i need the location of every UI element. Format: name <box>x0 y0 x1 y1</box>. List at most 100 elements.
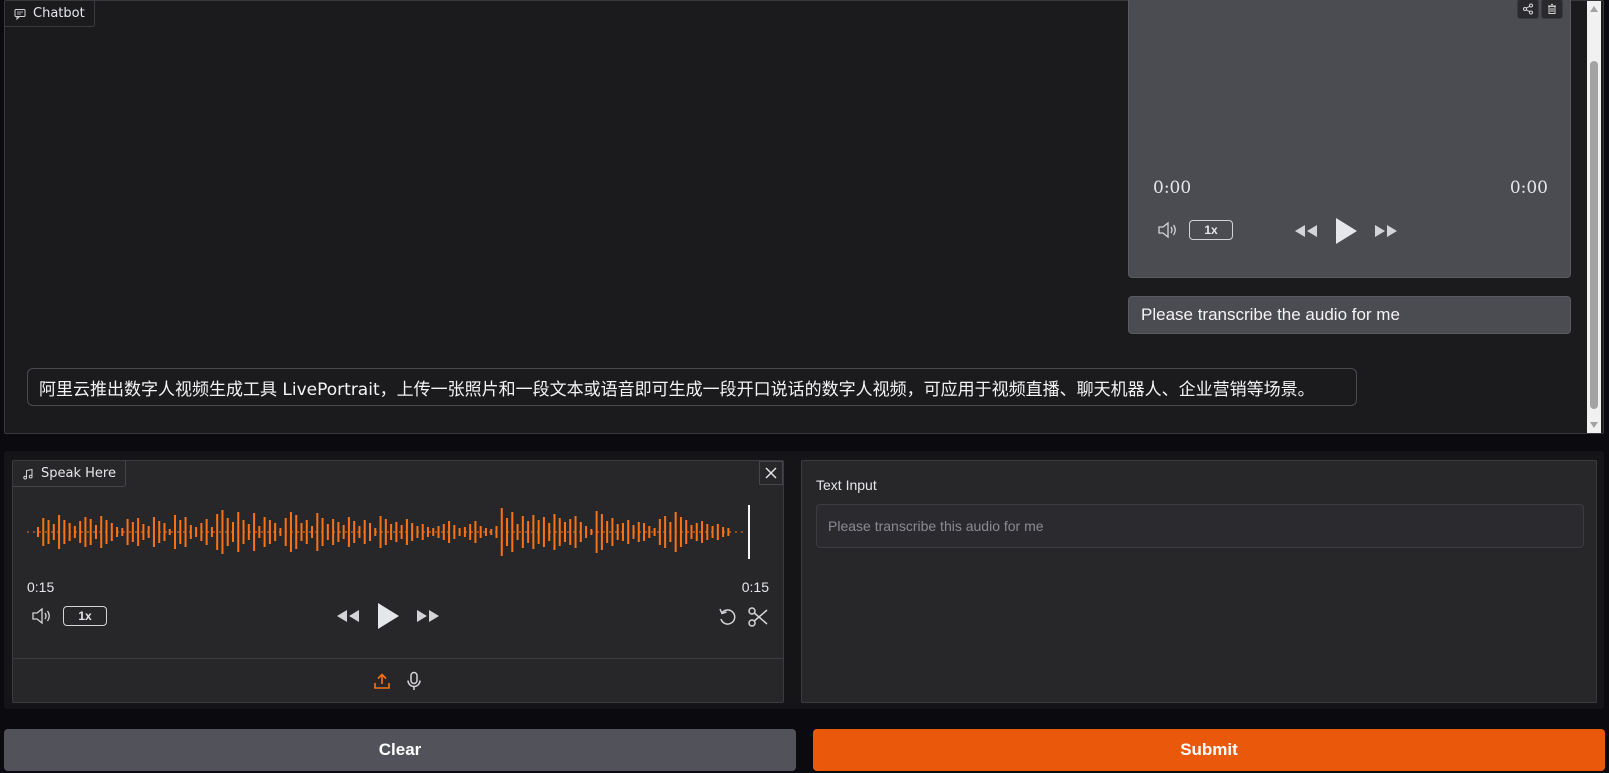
waveform-volume-button[interactable] <box>31 607 53 625</box>
waveform-bar <box>221 510 224 554</box>
waveform-bar <box>258 526 261 538</box>
waveform-bar <box>342 525 345 539</box>
trim-button[interactable] <box>747 606 769 628</box>
waveform-bar <box>58 515 61 549</box>
waveform-bar <box>695 523 698 541</box>
play-icon <box>1336 218 1357 244</box>
undo-icon <box>719 608 736 625</box>
waveform-bar <box>458 528 461 536</box>
waveform-bar <box>311 526 314 538</box>
waveform-play-button[interactable] <box>375 601 401 631</box>
waveform-bar <box>94 525 97 539</box>
waveform-bar <box>679 517 682 547</box>
rewind-icon <box>1295 225 1317 237</box>
waveform-bar <box>263 517 266 547</box>
volume-button[interactable] <box>1157 221 1179 239</box>
reset-button[interactable] <box>717 606 739 628</box>
waveform-bar <box>52 524 55 540</box>
waveform-bar <box>648 526 651 538</box>
waveform-edit-controls <box>717 606 769 628</box>
waveform-bar <box>658 519 661 545</box>
audio-waveform[interactable] <box>27 502 767 562</box>
waveform-bar <box>421 524 424 540</box>
scroll-thumb[interactable] <box>1590 61 1598 409</box>
fast-forward-icon <box>417 610 439 622</box>
user-text-message: Please transcribe the audio for me <box>1128 296 1571 334</box>
audio-playback-controls <box>1293 216 1399 246</box>
waveform-bar <box>448 521 451 543</box>
scroll-down-arrow-icon[interactable] <box>1590 422 1598 428</box>
waveform-bar <box>411 523 414 541</box>
waveform-bar <box>89 519 92 545</box>
waveform-bar <box>674 512 677 552</box>
share-button[interactable] <box>1517 0 1539 19</box>
waveform-bar <box>532 515 535 549</box>
waveform-bar <box>369 523 372 541</box>
playback-speed-button[interactable]: 1x <box>1189 220 1233 240</box>
fast-forward-button[interactable] <box>1373 222 1399 240</box>
waveform-bar <box>548 523 551 541</box>
waveform-bar <box>627 520 630 544</box>
volume-icon <box>32 607 50 625</box>
microphone-icon <box>407 671 421 690</box>
waveform-bar <box>453 525 456 539</box>
chatbot-panel: Chatbot 0:00 0:00 1x Please transcribe t… <box>4 0 1604 434</box>
waveform-bar <box>116 527 119 537</box>
waveform-bar <box>268 520 271 544</box>
waveform-bar <box>542 517 545 547</box>
submit-button[interactable]: Submit <box>813 729 1605 771</box>
audio-left-controls: 1x <box>1157 220 1233 240</box>
waveform-bar <box>469 524 472 540</box>
waveform-bar <box>305 520 308 544</box>
waveform-bar <box>463 527 466 537</box>
record-microphone-button[interactable] <box>405 671 423 691</box>
waveform-bar <box>200 523 203 541</box>
waveform-bar <box>685 520 688 544</box>
waveform-bar <box>37 527 39 537</box>
waveform-bar <box>521 516 524 548</box>
text-input-panel: Text Input <box>801 460 1597 703</box>
play-button[interactable] <box>1333 216 1359 246</box>
waveform-bar <box>216 514 219 550</box>
waveform-bar <box>168 529 171 535</box>
clear-audio-button[interactable] <box>759 461 783 485</box>
waveform-bar <box>664 516 667 548</box>
waveform-speed-button[interactable]: 1x <box>63 606 107 626</box>
upload-icon <box>374 672 390 689</box>
waveform-playhead[interactable] <box>748 505 750 559</box>
waveform-bar <box>579 522 582 542</box>
audio-input-label-text: Speak Here <box>41 466 116 481</box>
waveform-bar <box>195 527 198 537</box>
waveform-bar <box>163 523 166 541</box>
rewind-button[interactable] <box>1293 222 1319 240</box>
waveform-rewind-button[interactable] <box>335 607 361 625</box>
waveform-bar <box>516 524 519 540</box>
play-icon <box>378 603 399 629</box>
delete-button[interactable] <box>1541 0 1563 19</box>
upload-audio-button[interactable] <box>373 672 391 690</box>
text-input-label: Text Input <box>816 477 877 493</box>
waveform-bar <box>121 528 124 536</box>
scroll-up-arrow-icon[interactable] <box>1590 6 1598 12</box>
waveform-bar <box>358 526 361 538</box>
waveform-bar <box>621 523 624 541</box>
waveform-bar <box>152 517 155 547</box>
waveform-bar <box>126 519 129 545</box>
waveform-bar <box>110 523 113 541</box>
scissors-icon <box>748 607 768 627</box>
waveform-bar <box>63 520 66 544</box>
waveform-bar <box>690 525 693 539</box>
waveform-bar <box>527 521 530 543</box>
waveform-bar <box>722 527 725 537</box>
waveform-bar <box>84 517 87 547</box>
waveform-bar <box>706 524 709 540</box>
chat-scrollbar[interactable] <box>1587 1 1601 433</box>
waveform-bar <box>79 521 82 543</box>
waveform-fast-forward-button[interactable] <box>415 607 441 625</box>
waveform-bar <box>437 526 440 538</box>
waveform-bar <box>643 523 646 541</box>
waveform-bar <box>142 524 145 540</box>
clear-button[interactable]: Clear <box>4 729 796 771</box>
text-input-field[interactable] <box>816 504 1584 548</box>
waveform-bar <box>47 520 50 544</box>
